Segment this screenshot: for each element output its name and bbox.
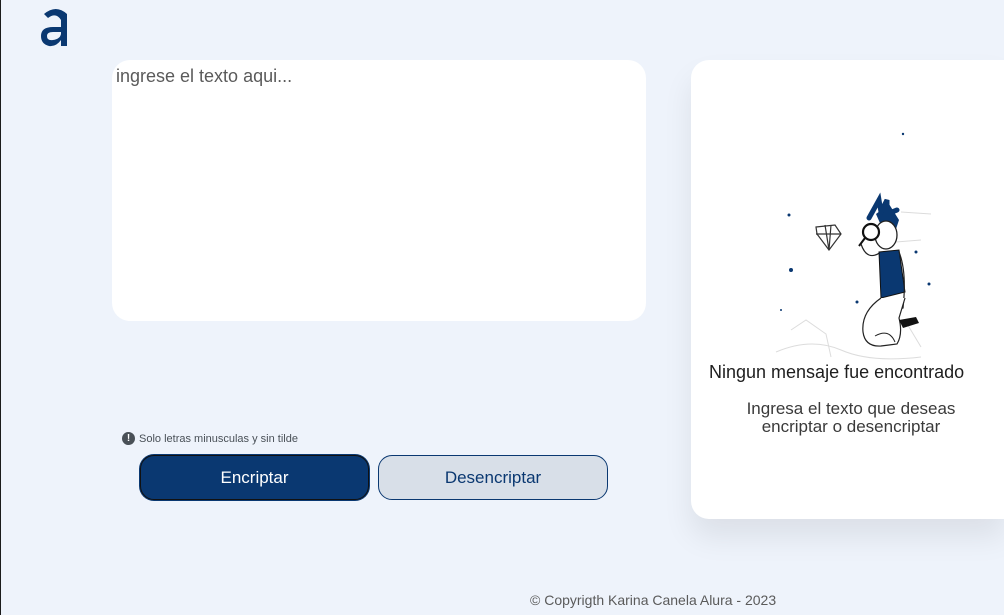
result-card: Ningun mensaje fue encontrado Ingresa el… [691, 60, 1004, 519]
info-icon: ! [122, 432, 135, 445]
alura-logo-icon[interactable] [39, 6, 73, 50]
message-input[interactable] [116, 66, 642, 321]
footer-copyright: © Copyrigth Karina Canela Alura - 2023 [530, 592, 777, 608]
hint-text: Solo letras minusculas y sin tilde [139, 432, 298, 445]
result-message: Ingresa el texto que deseas encriptar o … [746, 399, 956, 436]
person-with-magnifier-illustration [775, 132, 932, 360]
input-hint: ! Solo letras minusculas y sin tilde [122, 432, 298, 445]
text-input-card [112, 60, 646, 321]
encrypt-button[interactable]: Encriptar [140, 455, 369, 500]
decrypt-button[interactable]: Desencriptar [378, 455, 608, 500]
result-title: Ningun mensaje fue encontrado [709, 362, 965, 382]
